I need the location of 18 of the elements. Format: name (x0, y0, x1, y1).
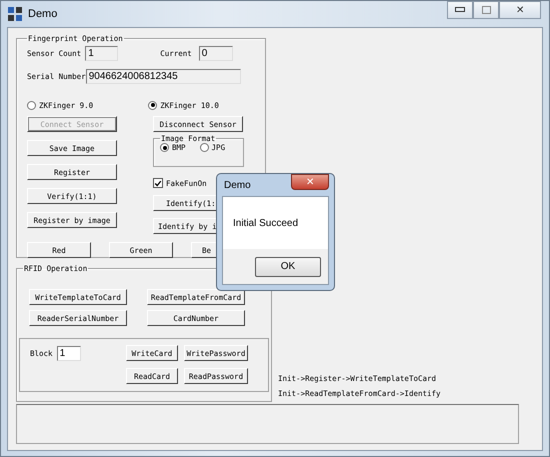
checkbox[interactable] (153, 178, 163, 188)
dialog-title: Demo (224, 180, 251, 190)
app-icon (7, 6, 23, 22)
sensor-count-field[interactable]: 1 (85, 46, 118, 61)
radio-button[interactable] (160, 143, 169, 152)
serial-number-field[interactable]: 9046624006812345 (86, 69, 241, 84)
window-title: Demo (28, 8, 58, 20)
current-field[interactable]: 0 (198, 46, 233, 61)
radio-button[interactable] (148, 100, 158, 110)
minimize-icon (455, 7, 465, 13)
ok-button[interactable]: OK (255, 256, 321, 276)
block-field[interactable]: 1 (56, 346, 81, 360)
log-box[interactable] (16, 404, 519, 444)
close-button[interactable]: ✕ (499, 1, 541, 19)
minimize-button[interactable] (447, 1, 473, 19)
radio-button[interactable] (200, 143, 209, 152)
maximize-icon (482, 6, 490, 14)
radio-button[interactable] (27, 100, 36, 110)
